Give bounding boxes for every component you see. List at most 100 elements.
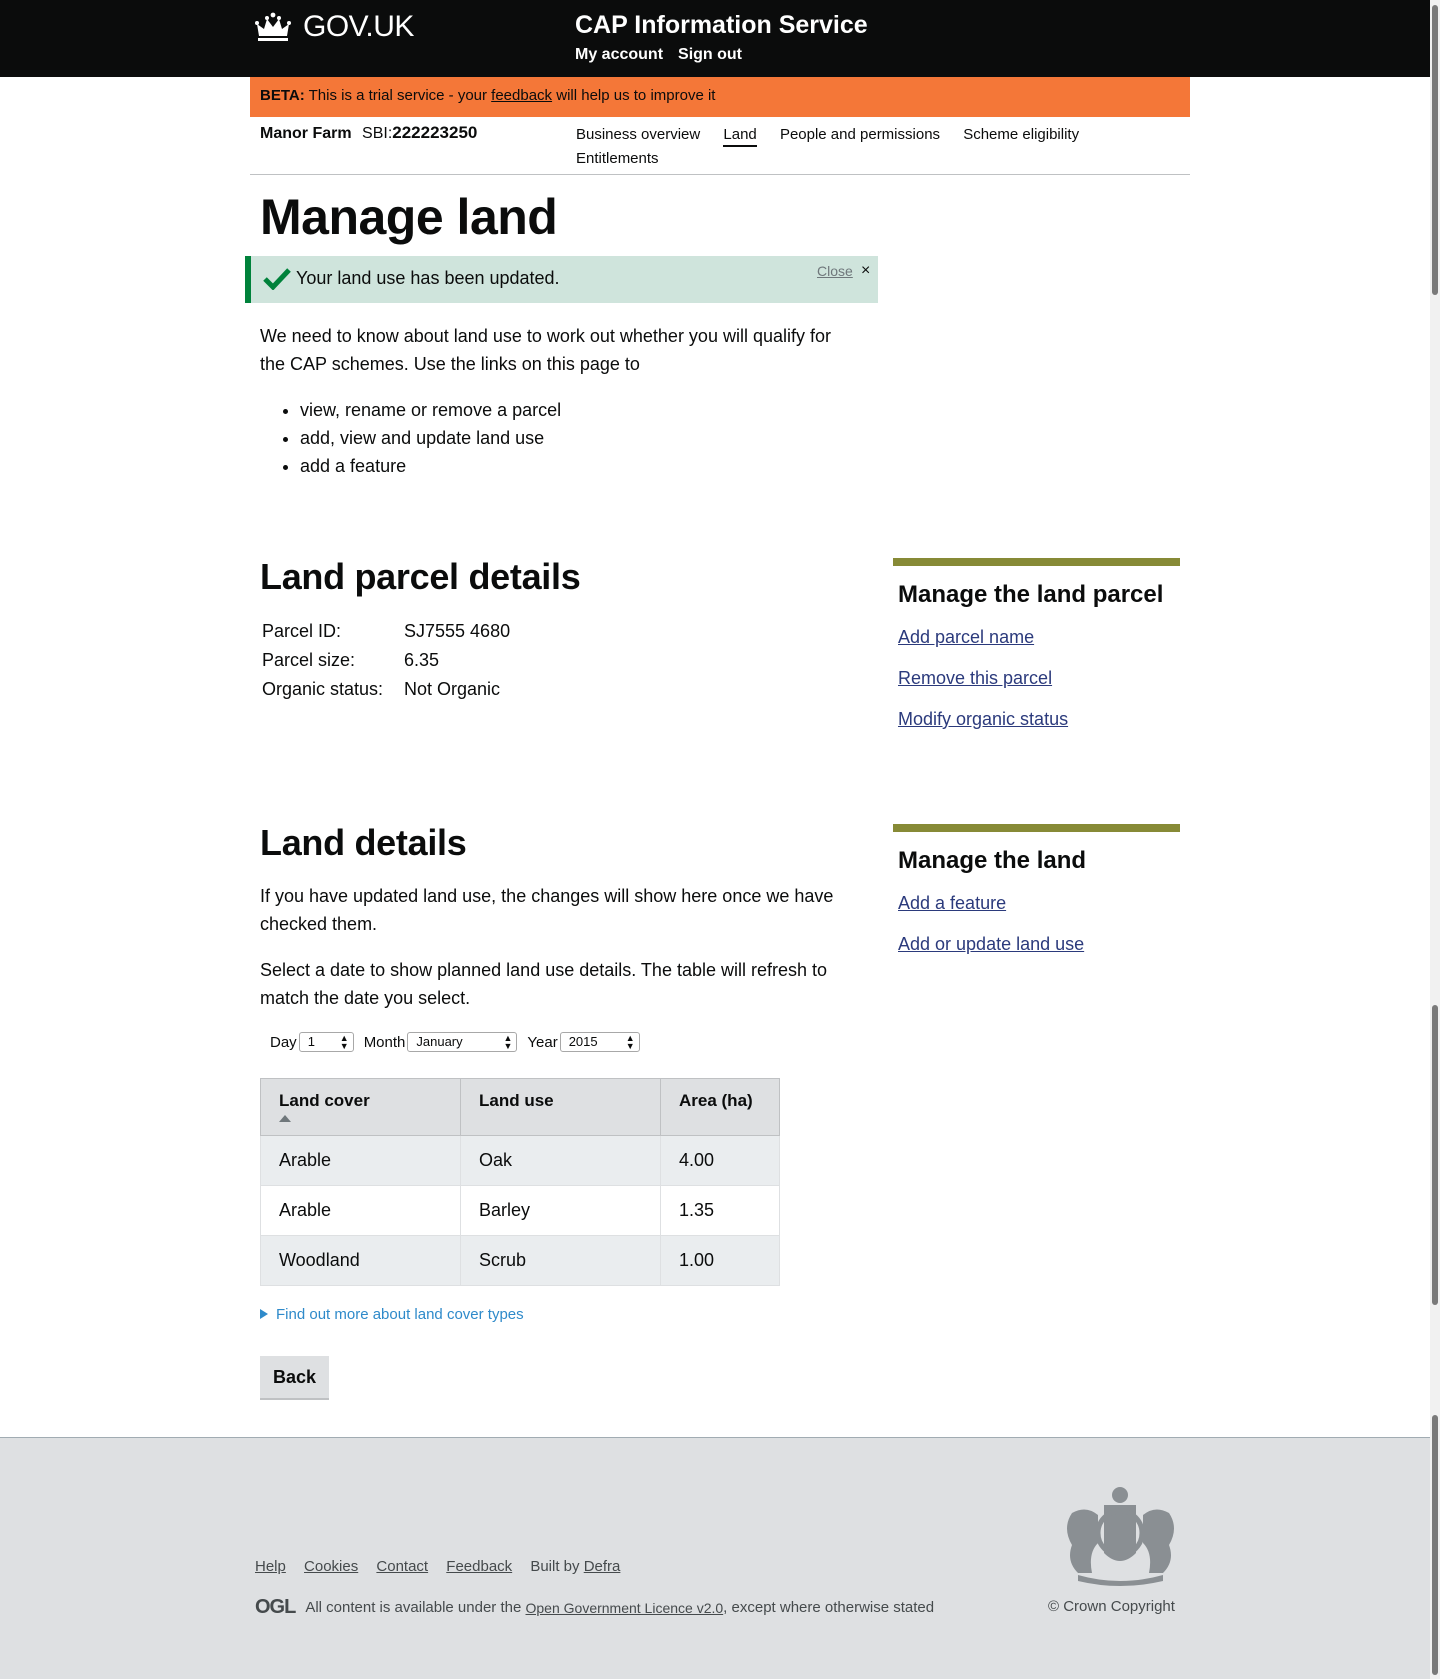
- close-icon[interactable]: ×: [861, 262, 870, 280]
- beta-text-before: This is a trial service - your: [308, 87, 487, 104]
- area-cell: 1.35: [660, 1185, 780, 1236]
- manage-land-box: Manage the land Add a feature Add or upd…: [893, 824, 1180, 990]
- business-nav: Business overview Land People and permis…: [576, 123, 1136, 171]
- success-notice: Your land use has been updated. Close ×: [245, 256, 878, 303]
- page-scrollbar[interactable]: [1430, 0, 1440, 1679]
- intro-section: We need to know about land use to work o…: [260, 322, 860, 480]
- day-value: 1: [307, 1034, 315, 1049]
- notice-close-link[interactable]: Close: [817, 263, 853, 279]
- page-title: Manage land: [260, 189, 558, 245]
- crown-icon: [255, 12, 291, 41]
- land-use-cell: Oak: [460, 1135, 661, 1186]
- land-cover-header-label: Land cover: [279, 1091, 370, 1110]
- land-use-table: Land cover Land use Area (ha) Arable Oak…: [260, 1078, 780, 1286]
- select-arrows-icon: ▲ ▼: [339, 1033, 349, 1051]
- add-parcel-name-link[interactable]: Add parcel name: [898, 627, 1175, 648]
- my-account-link[interactable]: My account: [575, 46, 663, 64]
- licence-row: OGL All content is available under the O…: [255, 1596, 934, 1619]
- footer-feedback-link[interactable]: Feedback: [446, 1558, 512, 1575]
- year-label: Year: [527, 1033, 558, 1051]
- parcel-details: Parcel ID: SJ7555 4680 Parcel size: 6.35…: [260, 616, 512, 705]
- nav-land[interactable]: Land: [723, 125, 757, 147]
- table-row: Arable Oak 4.00: [260, 1135, 780, 1186]
- beta-banner: BETA: This is a trial service - your fee…: [250, 77, 1190, 117]
- govuk-logo[interactable]: GOV.UK: [255, 10, 414, 44]
- service-name[interactable]: CAP Information Service: [575, 11, 868, 40]
- area-cell: 4.00: [660, 1135, 780, 1186]
- land-para-2: Select a date to show planned land use d…: [260, 960, 828, 1008]
- royal-coat-of-arms-icon: [1067, 1487, 1174, 1586]
- area-header: Area (ha): [660, 1078, 780, 1136]
- ogl-licence-link[interactable]: Open Government Licence v2.0: [526, 1600, 724, 1616]
- licence-text-before: All content is available under the: [305, 1599, 522, 1616]
- crown-copyright[interactable]: © Crown Copyright: [1048, 1598, 1175, 1615]
- intro-text: We need to know about land use to work o…: [260, 326, 831, 374]
- licence-text-after: , except where otherwise stated: [723, 1599, 935, 1616]
- notice-message: Your land use has been updated.: [296, 268, 560, 288]
- list-item: view, rename or remove a parcel: [300, 396, 860, 424]
- manage-parcel-box: Manage the land parcel Add parcel name R…: [893, 558, 1180, 765]
- land-use-header: Land use: [460, 1078, 661, 1136]
- ogl-logo: OGL: [255, 1596, 296, 1618]
- parcel-heading: Land parcel details: [260, 556, 581, 597]
- add-update-land-use-link[interactable]: Add or update land use: [898, 934, 1175, 955]
- table-row: Arable Barley 1.35: [260, 1185, 780, 1236]
- sbi-label: SBI:: [362, 125, 393, 142]
- organic-status-value: Not Organic: [404, 679, 501, 699]
- sort-ascending-icon[interactable]: [279, 1115, 291, 1122]
- parcel-size-label: Parcel size:: [262, 650, 356, 670]
- parcel-row: Organic status: Not Organic: [262, 676, 510, 703]
- land-cover-header[interactable]: Land cover: [260, 1078, 461, 1136]
- footer-cookies-link[interactable]: Cookies: [304, 1558, 358, 1575]
- scrollbar-thumb[interactable]: [1432, 5, 1438, 295]
- footer-contact-link[interactable]: Contact: [376, 1558, 428, 1575]
- land-cover-cell: Woodland: [260, 1235, 461, 1286]
- month-select[interactable]: January ▲ ▼: [407, 1032, 518, 1052]
- footer-help-link[interactable]: Help: [255, 1558, 286, 1575]
- land-para-1: If you have updated land use, the change…: [260, 886, 834, 934]
- parcel-row: Parcel size: 6.35: [262, 647, 510, 674]
- nav-entitlements[interactable]: Entitlements: [576, 147, 659, 171]
- month-label: Month: [363, 1033, 406, 1051]
- nav-business-overview[interactable]: Business overview: [576, 123, 700, 147]
- land-use-cell: Barley: [460, 1185, 661, 1236]
- table-header-row: Land cover Land use Area (ha): [260, 1078, 780, 1136]
- list-item: add a feature: [300, 452, 860, 480]
- land-text: If you have updated land use, the change…: [260, 882, 860, 1030]
- land-use-cell: Scrub: [460, 1235, 661, 1286]
- back-button[interactable]: Back: [260, 1356, 329, 1398]
- parcel-size-value: 6.35: [404, 650, 440, 670]
- date-selector: Day 1 ▲ ▼ Month January ▲ ▼ Year 2015 ▲ ▼: [270, 1032, 650, 1052]
- day-label: Day: [270, 1033, 297, 1051]
- details-summary[interactable]: Find out more about land cover types: [276, 1306, 524, 1323]
- farm-name: Manor Farm: [260, 125, 352, 142]
- scrollbar-thumb[interactable]: [1432, 1415, 1438, 1675]
- business-bar: Manor Farm SBI:222223250 Business overvi…: [250, 117, 1190, 175]
- sign-out-link[interactable]: Sign out: [678, 46, 742, 64]
- footer-links: Help Cookies Contact Feedback Built by D…: [255, 1558, 620, 1575]
- header-links: My account Sign out: [575, 46, 742, 64]
- year-select[interactable]: 2015 ▲ ▼: [559, 1032, 640, 1052]
- area-cell: 1.00: [660, 1235, 780, 1286]
- check-icon: [263, 268, 291, 290]
- beta-text-after: will help us to improve it: [556, 87, 716, 104]
- remove-parcel-link[interactable]: Remove this parcel: [898, 668, 1175, 689]
- nav-scheme-eligibility[interactable]: Scheme eligibility: [963, 123, 1079, 147]
- modify-organic-status-link[interactable]: Modify organic status: [898, 709, 1175, 730]
- day-select[interactable]: 1 ▲ ▼: [298, 1032, 354, 1052]
- manage-parcel-heading: Manage the land parcel: [898, 581, 1164, 608]
- land-cover-types-details[interactable]: Find out more about land cover types: [260, 1306, 524, 1323]
- manage-land-heading: Manage the land: [898, 847, 1087, 874]
- scrollbar-thumb[interactable]: [1432, 1005, 1438, 1305]
- month-value: January: [416, 1034, 463, 1049]
- defra-link[interactable]: Defra: [584, 1558, 621, 1575]
- logo-text: GOV.UK: [303, 10, 414, 43]
- add-feature-link[interactable]: Add a feature: [898, 893, 1175, 914]
- site-header: GOV.UK CAP Information Service My accoun…: [0, 0, 1440, 77]
- parcel-id-label: Parcel ID:: [262, 621, 342, 641]
- nav-people-permissions[interactable]: People and permissions: [780, 123, 940, 147]
- parcel-id-value: SJ7555 4680: [404, 621, 511, 641]
- beta-tag: BETA:: [260, 87, 305, 104]
- feedback-link[interactable]: feedback: [491, 87, 552, 104]
- built-by-text: Built by: [530, 1558, 580, 1575]
